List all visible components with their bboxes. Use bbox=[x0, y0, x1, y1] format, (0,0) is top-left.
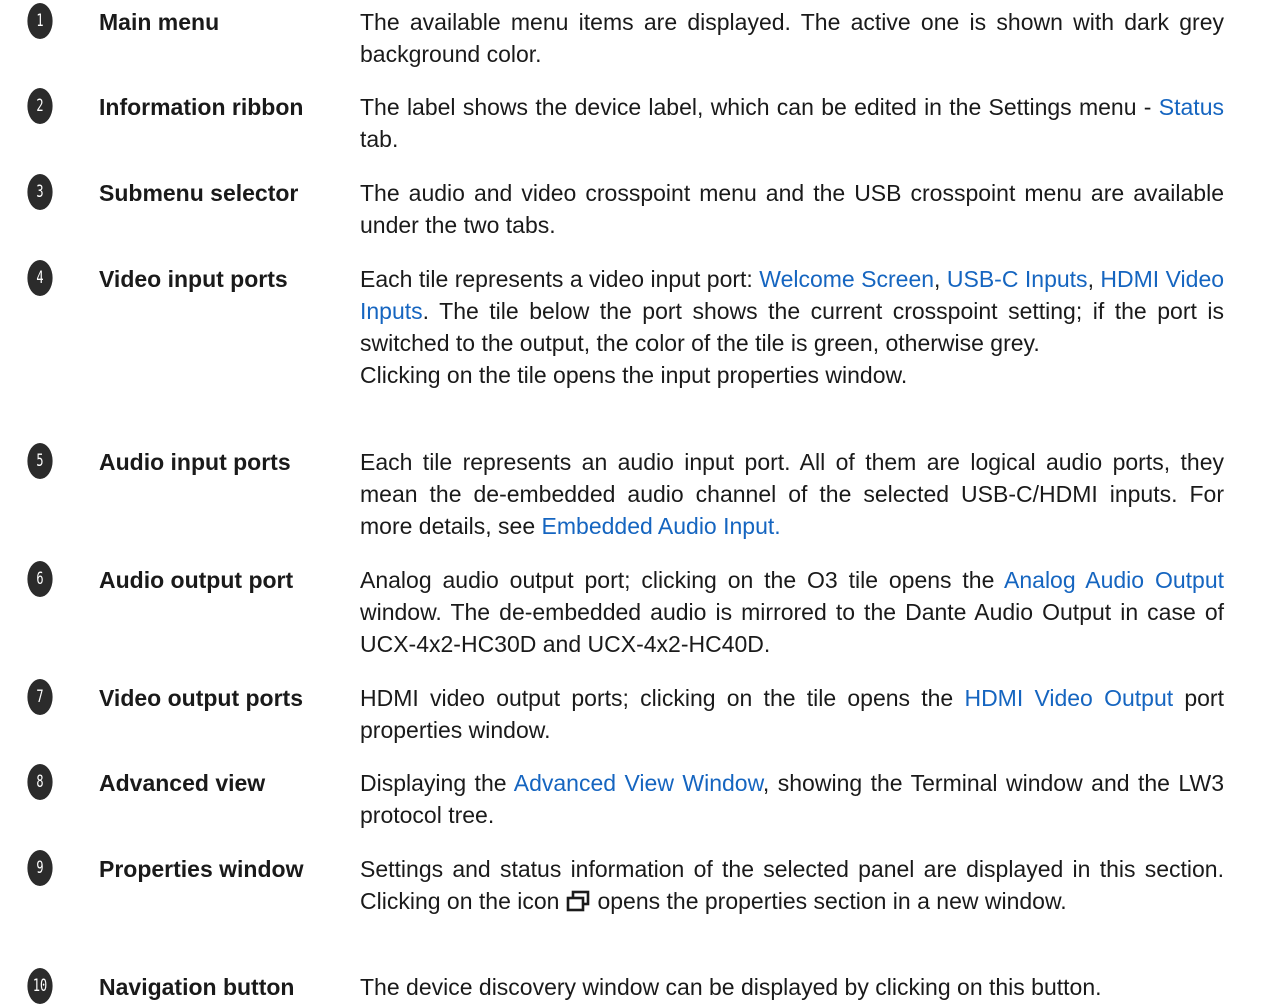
description: Each tile represents an audio input port… bbox=[360, 446, 1224, 542]
description: Analog audio output port; clicking on th… bbox=[360, 564, 1224, 660]
link-hdmi-video-output[interactable]: HDMI Video Output bbox=[964, 685, 1173, 711]
desc-text: Each tile represents an audio input port… bbox=[360, 449, 1224, 539]
desc-text: Each tile represents a video input port: bbox=[360, 266, 760, 292]
open-in-new-window-icon bbox=[567, 890, 590, 912]
desc-text: , bbox=[1087, 266, 1101, 292]
desc-text: Displaying the bbox=[360, 770, 514, 796]
description: Displaying the Advanced View Window, sho… bbox=[360, 767, 1224, 831]
term-label: Navigation button bbox=[99, 974, 295, 1000]
link-advanced-view-window[interactable]: Advanced View Window bbox=[514, 770, 763, 796]
step-number: 1 bbox=[27, 3, 53, 39]
step-number: 7 bbox=[27, 679, 53, 715]
step-number: 2 bbox=[27, 88, 53, 124]
term-label: Audio output port bbox=[99, 567, 294, 593]
link-analog-audio-output[interactable]: Analog Audio Output bbox=[1004, 567, 1224, 593]
desc-text: . The tile below the port shows the curr… bbox=[360, 298, 1224, 356]
desc-text: The label shows the device label, which … bbox=[360, 94, 1159, 120]
term-label: Properties window bbox=[99, 856, 304, 882]
term-label: Video output ports bbox=[99, 685, 304, 711]
step-number: 5 bbox=[27, 443, 53, 479]
step-number: 6 bbox=[27, 561, 53, 597]
description: The available menu items are displayed. … bbox=[360, 6, 1224, 70]
desc-text: opens the properties section in a new wi… bbox=[597, 888, 1067, 914]
description: Settings and status information of the s… bbox=[360, 853, 1224, 917]
term-label: Submenu selector bbox=[99, 180, 299, 206]
desc-text: window. The de-embedded audio is mirrore… bbox=[360, 599, 1224, 657]
step-number: 9 bbox=[27, 850, 53, 886]
description: The label shows the device label, which … bbox=[360, 91, 1224, 155]
desc-text: The audio and video crosspoint menu and … bbox=[360, 180, 1224, 238]
description: HDMI video output ports; clicking on the… bbox=[360, 682, 1224, 746]
step-number: 10 bbox=[27, 968, 53, 1004]
desc-text: Analog audio output port; clicking on th… bbox=[360, 567, 1005, 593]
step-number: 8 bbox=[27, 764, 53, 800]
link-embedded-audio-input[interactable]: Embedded Audio Input. bbox=[542, 513, 781, 539]
description: The audio and video crosspoint menu and … bbox=[360, 177, 1224, 241]
term-label: Main menu bbox=[99, 9, 220, 35]
description: Each tile represents a video input port:… bbox=[360, 263, 1224, 391]
term-label: Video input ports bbox=[99, 266, 288, 292]
desc-text: HDMI video output ports; clicking on the… bbox=[360, 685, 965, 711]
term-label: Advanced view bbox=[99, 770, 266, 796]
step-number: 3 bbox=[27, 174, 53, 210]
description: The device discovery window can be displ… bbox=[360, 971, 1224, 1003]
step-number: 4 bbox=[27, 260, 53, 296]
link-usb-c-inputs[interactable]: USB-C Inputs bbox=[947, 266, 1088, 292]
link-status[interactable]: Status bbox=[1159, 94, 1224, 120]
desc-text: Clicking on the tile opens the input pro… bbox=[360, 362, 908, 388]
desc-text: The available menu items are displayed. … bbox=[360, 9, 1224, 67]
desc-text: , bbox=[934, 266, 947, 292]
term-label: Information ribbon bbox=[99, 94, 304, 120]
desc-text: tab. bbox=[360, 126, 399, 152]
link-welcome-screen[interactable]: Welcome Screen bbox=[759, 266, 934, 292]
term-label: Audio input ports bbox=[99, 449, 291, 475]
desc-text: The device discovery window can be displ… bbox=[360, 974, 1102, 1000]
